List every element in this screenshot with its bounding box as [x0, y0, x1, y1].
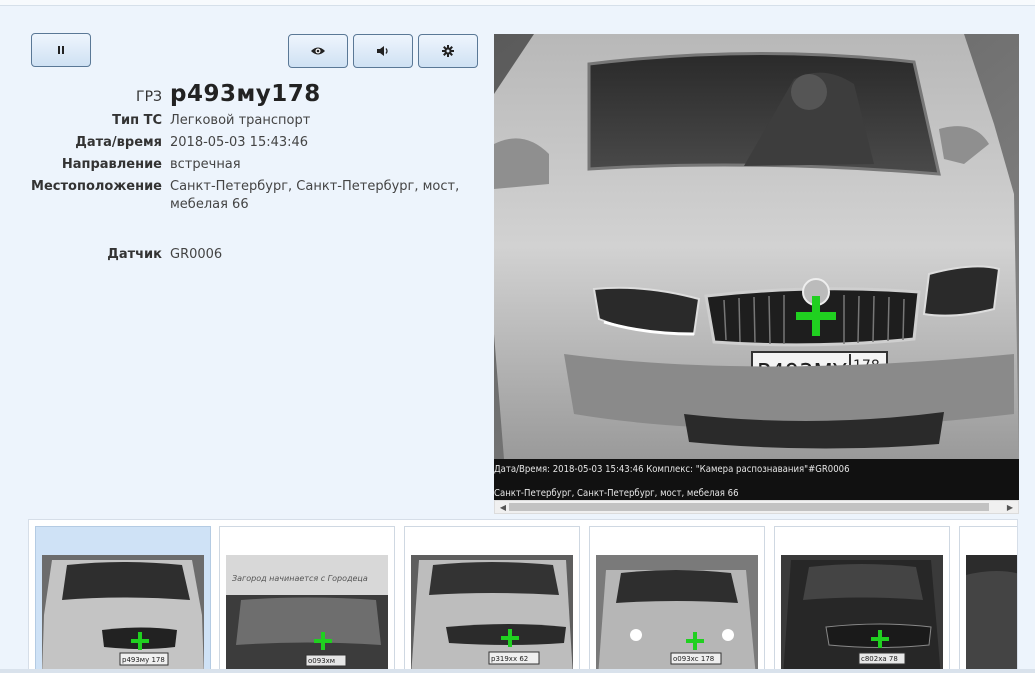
type-row: Тип ТС Легковой транспорт	[0, 112, 480, 130]
thumbnail-plate: с802ха 78	[861, 655, 898, 663]
thumbnail-image: р319хх 62	[411, 555, 573, 672]
pause-button[interactable]	[31, 33, 91, 67]
event-panel: ГРЗ р493му178 Тип ТС Легковой транспорт …	[0, 7, 1035, 517]
location-label: Местоположение	[31, 179, 162, 194]
thumbnail-plate: о093хс 178	[673, 655, 714, 663]
scrollbar-thumb[interactable]	[509, 503, 989, 511]
datetime-row: Дата/время 2018-05-03 15:43:46	[0, 134, 480, 152]
thumbnail-card[interactable]: с802ха 78	[774, 526, 950, 672]
top-border	[0, 0, 1035, 6]
location-row: Местоположение Санкт-Петербург, Санкт-Пе…	[0, 178, 480, 214]
thumbnail-image	[966, 555, 1017, 672]
thumbnail-image: с802ха 78	[781, 555, 943, 672]
vehicle-info: ГРЗ р493му178 Тип ТС Легковой транспорт …	[0, 81, 480, 268]
sound-button[interactable]	[353, 34, 413, 68]
plate-number: р493му178	[170, 81, 321, 107]
car-image: P493MY 178	[494, 34, 1019, 500]
thumbnail-card[interactable]: о093хс 178	[589, 526, 765, 672]
plate-row: ГРЗ р493му178	[0, 81, 480, 107]
datetime-value: 2018-05-03 15:43:46	[170, 135, 309, 150]
direction-label: Направление	[61, 157, 162, 172]
pause-icon	[58, 46, 64, 54]
settings-button[interactable]	[418, 34, 478, 68]
sensor-row: Датчик GR0006	[0, 246, 480, 264]
scroll-left-arrow-icon[interactable]: ◀	[497, 502, 509, 513]
thumbnail-card[interactable]	[959, 526, 1017, 672]
datetime-label: Дата/время	[75, 135, 162, 150]
thumbnail-banner: Загород начинается с Городеца	[232, 574, 368, 583]
thumbnail-image: р493му 178	[42, 555, 204, 672]
thumbnail-plate: о093хм	[308, 657, 335, 665]
sensor-label: Датчик	[107, 247, 162, 262]
direction-row: Направление встречная	[0, 156, 480, 174]
scroll-right-arrow-icon[interactable]: ▶	[1004, 502, 1016, 513]
view-button[interactable]	[288, 34, 348, 68]
thumbnail-card[interactable]: р493му 178	[35, 526, 211, 672]
plate-label: ГРЗ	[136, 89, 162, 105]
thumbnail-image: о093хс 178	[596, 555, 758, 672]
location-value: Санкт-Петербург, Санкт-Петербург, мост, …	[170, 179, 460, 212]
vehicle-photo: P493MY 178 Дата/Время: 2018-05-03 15:43:…	[494, 34, 1019, 500]
photo-scrollbar[interactable]: ◀ ▶	[494, 500, 1019, 514]
speaker-icon	[377, 46, 388, 56]
thumbnail-plate: р493му 178	[122, 656, 165, 664]
eye-icon	[311, 47, 325, 55]
bottom-border	[0, 669, 1035, 673]
direction-value: встречная	[170, 157, 241, 172]
photo-caption-datetime: Дата/Время: 2018-05-03 15:43:46 Комплекс…	[494, 464, 850, 475]
type-label: Тип ТС	[112, 113, 162, 128]
thumbnail-card[interactable]: р319хх 62	[404, 526, 580, 672]
event-thumbnail-strip: р493му 178 Загород начинается с Городеца…	[28, 519, 1018, 673]
thumbnail-plate: р319хх 62	[491, 655, 528, 663]
thumbnail-card[interactable]: Загород начинается с Городеца о093хм	[219, 526, 395, 672]
sensor-value: GR0006	[170, 247, 223, 262]
photo-caption-location: Санкт-Петербург, Санкт-Петербург, мост, …	[494, 488, 739, 499]
thumbnail-image: Загород начинается с Городеца о093хм	[226, 555, 388, 672]
type-value: Легковой транспорт	[170, 113, 311, 128]
gear-icon	[442, 45, 454, 57]
